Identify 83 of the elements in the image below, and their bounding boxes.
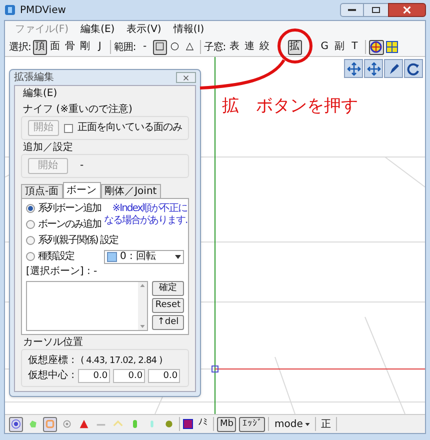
toolbar-label: 範囲: bbox=[114, 40, 136, 54]
group-title: 追加／設定 bbox=[22, 142, 74, 154]
target-icon[interactable] bbox=[9, 416, 23, 432]
group-title: カーソル位置 bbox=[22, 337, 84, 349]
toolbar-button[interactable]: G bbox=[318, 40, 332, 54]
square-icon[interactable] bbox=[43, 416, 57, 432]
radio-button[interactable] bbox=[26, 204, 35, 213]
toolbar-button[interactable]: - bbox=[138, 40, 152, 54]
scrollbar[interactable] bbox=[138, 282, 147, 330]
crosshair-circle-icon[interactable] bbox=[368, 40, 384, 54]
tab[interactable]: ボーン bbox=[62, 182, 101, 198]
color-swatch-icon[interactable] bbox=[183, 419, 193, 429]
caret-icon bbox=[175, 254, 181, 258]
input-field[interactable]: 0.0 bbox=[112, 369, 145, 383]
annotation-text: 拡 ボタンを押す bbox=[222, 95, 358, 118]
radio-label: 系列ボーン追加 bbox=[38, 202, 101, 214]
menu-item[interactable]: 編集(E) bbox=[15, 86, 66, 102]
checkbox[interactable] bbox=[64, 124, 72, 132]
menu-item[interactable]: 表示(V) bbox=[126, 22, 162, 37]
move-arrows-icon[interactable] bbox=[344, 59, 363, 78]
center-label: 仮想中心 : bbox=[28, 370, 75, 382]
radio-button[interactable] bbox=[26, 252, 35, 261]
scroll-up-icon[interactable] bbox=[140, 284, 145, 287]
status-text: - bbox=[80, 160, 84, 172]
coord-value: ( 4.43, 17.02, 2.84 ) bbox=[80, 355, 162, 367]
note-text: ※Index順が不正に bbox=[111, 203, 188, 215]
maximize-button[interactable] bbox=[364, 3, 388, 17]
toolbar-label: 子窓: bbox=[204, 40, 226, 54]
toolbar-button[interactable]: 副 bbox=[332, 40, 347, 54]
toolbar-button[interactable]: 面 bbox=[48, 40, 62, 54]
toolbar-button[interactable]: 頂 bbox=[32, 40, 47, 54]
bone-list[interactable] bbox=[26, 281, 148, 331]
toolbar-button[interactable]: 表 bbox=[228, 40, 242, 54]
menu-item[interactable]: 情報(I) bbox=[173, 22, 204, 37]
list-button[interactable]: ↑del bbox=[152, 315, 184, 330]
move-arrows-icon[interactable] bbox=[364, 59, 383, 78]
minimize-button[interactable] bbox=[340, 3, 364, 17]
close-button[interactable] bbox=[388, 3, 426, 17]
window-title: PMDView bbox=[20, 4, 66, 18]
toolbar-button[interactable]: △ bbox=[182, 40, 197, 54]
mode-dropdown[interactable]: mode bbox=[272, 416, 312, 432]
toggle-button[interactable]: ｴｯｼﾞ bbox=[239, 416, 266, 432]
toolbar-label: 選択: bbox=[9, 40, 31, 54]
scroll-down-icon[interactable] bbox=[140, 325, 145, 328]
tab[interactable]: 頂点-面 bbox=[21, 184, 63, 198]
radio-button[interactable] bbox=[26, 236, 35, 245]
tab[interactable]: 剛体／Joint bbox=[100, 184, 161, 198]
viewport[interactable] bbox=[5, 57, 425, 414]
close-icon bbox=[183, 74, 189, 80]
caret-icon bbox=[304, 422, 310, 426]
toolbar-button[interactable]: 絞 bbox=[258, 40, 272, 54]
list-button[interactable]: Reset bbox=[152, 298, 184, 313]
close-icon bbox=[403, 6, 411, 14]
selected-bone-label: [選択ボーン] : - bbox=[26, 266, 98, 278]
group-title: ナイフ (※重いので注意) bbox=[22, 104, 134, 116]
radio-button[interactable] bbox=[26, 220, 35, 229]
toolbar-button[interactable]: T bbox=[348, 40, 362, 54]
coord-label: 仮想座標 : bbox=[28, 355, 75, 367]
toggle-button[interactable]: Mb bbox=[217, 416, 236, 432]
app-icon bbox=[4, 4, 16, 16]
radio-label: ボーンのみ追加 bbox=[38, 218, 101, 230]
menu-item[interactable]: 編集(E) bbox=[80, 22, 115, 37]
toolbar-button[interactable]: 拡 bbox=[288, 40, 302, 54]
checkbox-label: 正面を向いている面のみ bbox=[78, 122, 182, 134]
pen-icon[interactable] bbox=[384, 59, 403, 78]
grid-icon[interactable] bbox=[384, 40, 400, 54]
type-dropdown[interactable]: 0 : 回転 bbox=[104, 250, 184, 264]
toolbar-button[interactable]: □ bbox=[152, 40, 167, 54]
color-button-label[interactable]: ﾉﾐ bbox=[196, 417, 210, 431]
radio-label: 種類設定 bbox=[38, 250, 74, 262]
note-text: なる場合があります. bbox=[104, 215, 188, 227]
input-field[interactable]: 0.0 bbox=[148, 369, 180, 383]
toolbar-button[interactable]: 連 bbox=[242, 40, 257, 54]
toolbar-button[interactable]: 正 bbox=[318, 416, 333, 432]
list-button[interactable]: 確定 bbox=[152, 281, 184, 296]
toolbar-button[interactable]: 骨 bbox=[62, 40, 77, 54]
dialog-title: 拡張編集 bbox=[14, 72, 54, 84]
rotate-icon[interactable] bbox=[404, 59, 423, 78]
radio-label: 系列(親子関係) 設定 bbox=[38, 234, 118, 246]
toolbar-button[interactable]: 剛 bbox=[78, 40, 92, 54]
input-field[interactable]: 0.0 bbox=[78, 369, 110, 383]
toolbar-button[interactable]: ○ bbox=[168, 40, 182, 54]
toolbar-button[interactable]: J bbox=[92, 40, 107, 54]
